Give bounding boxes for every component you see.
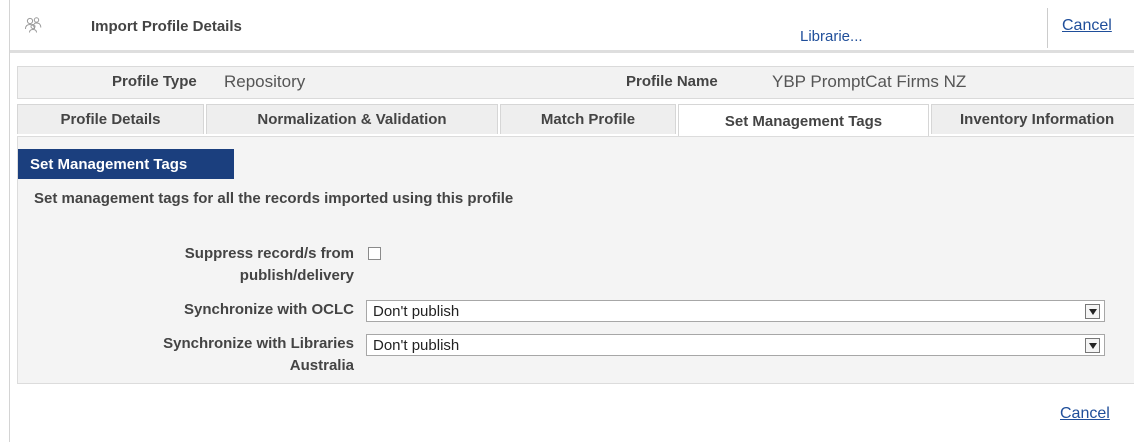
la-label-line2: Australia [289,357,354,374]
profile-name-value: YBP PromptCat Firms NZ [772,72,967,91]
chevron-down-icon[interactable] [1085,338,1100,353]
oclc-select-value: Don't publish [373,303,460,320]
libraries-link[interactable]: Librarie... [800,28,863,45]
profile-type-value: Repository [224,72,306,91]
header-divider-bar [10,50,1134,53]
section-title: Set Management Tags [18,149,234,179]
la-select-value: Don't publish [373,337,460,354]
footer-cancel-link[interactable]: Cancel [1060,405,1110,423]
tab-normalization-validation[interactable]: Normalization & Validation [206,104,498,134]
header-cancel-link[interactable]: Cancel [1062,17,1112,35]
tab-inventory-information[interactable]: Inventory Information [931,104,1134,134]
suppress-label-line2: publish/delivery [239,267,354,284]
libraries-australia-label: Synchronize with Libraries Australia [60,333,354,377]
tab-profile-details[interactable]: Profile Details [17,104,204,134]
profile-summary: Profile Type Repository Profile Name YBP… [17,66,1134,99]
oclc-select[interactable]: Don't publish [366,300,1105,322]
tab-match-profile[interactable]: Match Profile [500,104,676,134]
left-border [9,0,10,442]
suppress-checkbox[interactable] [368,247,381,260]
people-group-icon [24,17,42,33]
page-header: Import Profile Details Librarie... Cance… [10,0,1134,52]
page-title: Import Profile Details [91,18,242,35]
profile-type-label: Profile Type [112,73,197,90]
oclc-label: Synchronize with OCLC [183,301,354,318]
tab-set-management-tags[interactable]: Set Management Tags [678,104,929,137]
suppress-label-line1: Suppress record/s from [184,245,354,262]
section-description: Set management tags for all the records … [34,190,514,207]
profile-name-label: Profile Name [626,73,718,90]
la-label-line1: Synchronize with Libraries [163,335,354,352]
suppress-label: Suppress record/s from publish/delivery [60,243,354,287]
chevron-down-icon[interactable] [1085,304,1100,319]
header-divider [1047,8,1048,48]
libraries-australia-select[interactable]: Don't publish [366,334,1105,356]
